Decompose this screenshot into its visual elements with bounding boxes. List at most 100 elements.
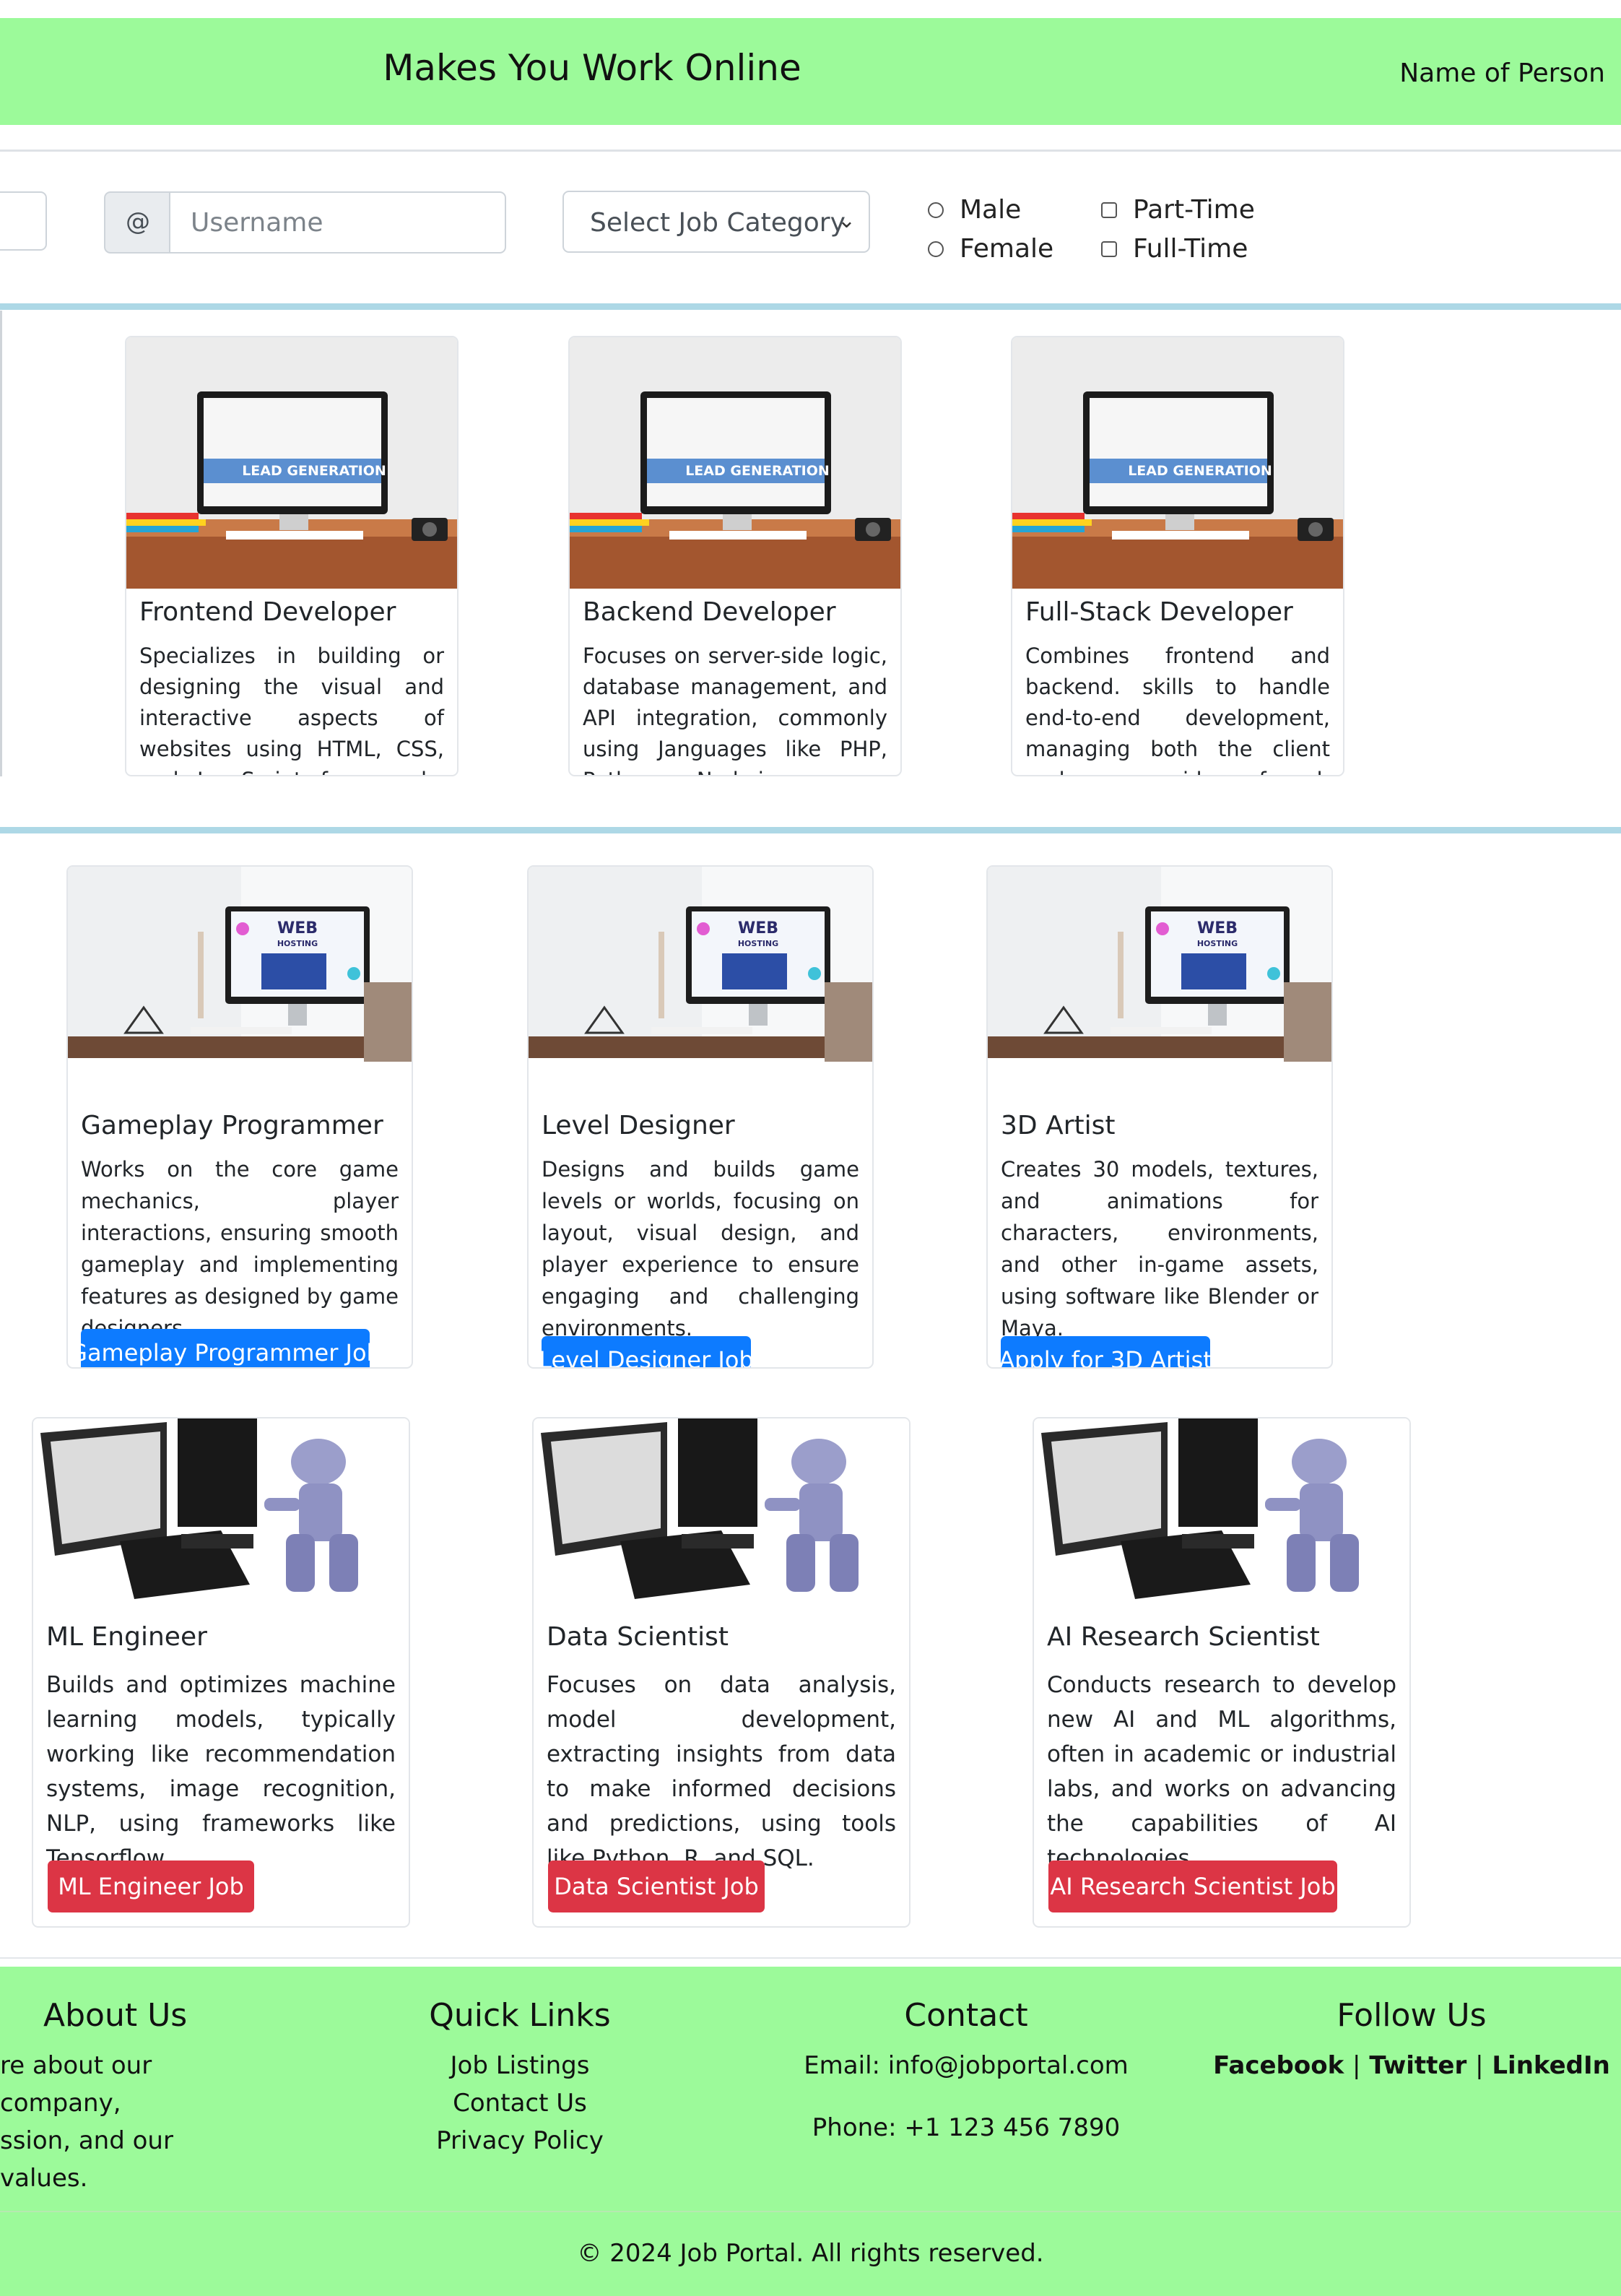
card-title: Full-Stack Developer bbox=[1025, 597, 1293, 627]
job-category-select[interactable]: Select Job Category ⌄ bbox=[562, 191, 870, 253]
card-image: LEAD GENERATION bbox=[1012, 337, 1343, 589]
image-caption: WEB bbox=[277, 919, 318, 937]
footer-follow: Follow Us Facebook | Twitter | LinkedIn bbox=[1195, 1997, 1621, 2084]
card-image: LEAD GENERATION bbox=[126, 337, 457, 589]
section-left-border bbox=[0, 311, 2, 776]
username-input[interactable] bbox=[169, 191, 506, 254]
robot-computer-illustration bbox=[33, 1418, 409, 1608]
header-divider bbox=[0, 150, 1621, 152]
apply-ai-research-scientist-button[interactable]: AI Research Scientist Job bbox=[1048, 1860, 1337, 1912]
card-image: LEAD GENERATION bbox=[570, 337, 900, 589]
job-card-backend: LEAD GENERATION Backend Developer Focuse… bbox=[568, 336, 902, 776]
job-card-level-designer: WEB HOSTING Level Designer Designs and b… bbox=[527, 865, 874, 1369]
job-category-select-label: Select Job Category bbox=[590, 208, 846, 238]
lead-generation-illustration: LEAD GENERATION bbox=[570, 337, 900, 589]
footer-social-links: Facebook | Twitter | LinkedIn bbox=[1195, 2047, 1621, 2084]
footer-link-privacy-policy[interactable]: Privacy Policy bbox=[375, 2122, 664, 2159]
section-border-top bbox=[0, 303, 1621, 310]
web-hosting-illustration: WEB HOSTING bbox=[529, 867, 872, 1098]
card-image: WEB HOSTING bbox=[529, 867, 872, 1098]
checkbox-box[interactable] bbox=[1101, 241, 1117, 257]
image-caption: HOSTING bbox=[277, 939, 318, 948]
job-card-data-scientist: Data Scientist Focuses on data analysis,… bbox=[532, 1417, 911, 1928]
footer-copyright: © 2024 Job Portal. All rights reserved. bbox=[577, 2239, 1044, 2268]
image-caption: HOSTING bbox=[738, 939, 778, 948]
image-caption: HOSTING bbox=[1197, 939, 1238, 948]
image-caption: WEB bbox=[1197, 919, 1238, 937]
job-card-ml-engineer: ML Engineer Builds and optimizes machine… bbox=[32, 1417, 410, 1928]
card-title: Data Scientist bbox=[547, 1622, 729, 1652]
apply-gameplay-programmer-button[interactable]: Gameplay Programmer Job bbox=[69, 1329, 381, 1367]
web-hosting-illustration: WEB HOSTING bbox=[988, 867, 1331, 1098]
radio-male[interactable]: Male bbox=[928, 195, 1021, 225]
chevron-down-icon: ⌄ bbox=[837, 208, 856, 233]
checkbox-full-time[interactable]: Full-Time bbox=[1101, 234, 1248, 264]
card-text: Works on the core game mechanics, player… bbox=[81, 1157, 399, 1340]
apply-ml-engineer-button[interactable]: ML Engineer Job bbox=[48, 1860, 254, 1912]
card-text: Focuses on server-side logic, database m… bbox=[583, 644, 887, 775]
job-card-fullstack: LEAD GENERATION Full-Stack Developer Com… bbox=[1011, 336, 1344, 776]
image-caption: LEAD GENERATION bbox=[1128, 463, 1272, 479]
footer-about-line1: re about our company, bbox=[0, 2051, 152, 2118]
card-text: Creates 30 models, textures, and animati… bbox=[1001, 1157, 1318, 1340]
card-title: 3D Artist bbox=[1001, 1111, 1116, 1140]
image-caption: LEAD GENERATION bbox=[685, 463, 830, 479]
card-text: Conducts research to develop new AI and … bbox=[1047, 1672, 1396, 1871]
linkedin-link[interactable]: LinkedIn bbox=[1492, 2051, 1609, 2080]
card-title: Frontend Developer bbox=[139, 597, 396, 627]
card-title: Gameplay Programmer bbox=[81, 1111, 383, 1140]
card-title: ML Engineer bbox=[46, 1622, 207, 1652]
username-prefix: @ bbox=[104, 191, 170, 254]
card-image bbox=[534, 1418, 909, 1608]
name-input[interactable] bbox=[0, 191, 47, 251]
card-text: Designs and builds game levels or worlds… bbox=[542, 1157, 859, 1340]
radio-circle[interactable] bbox=[928, 202, 944, 218]
card-text: Focuses on data analysis, model developm… bbox=[547, 1672, 896, 1871]
checkbox-box[interactable] bbox=[1101, 202, 1117, 218]
job-card-3d-artist: WEB HOSTING 3D Artist Creates 30 models,… bbox=[986, 865, 1333, 1369]
image-caption: WEB bbox=[738, 919, 778, 937]
web-hosting-illustration: WEB HOSTING bbox=[68, 867, 412, 1098]
image-caption: LEAD GENERATION bbox=[242, 463, 386, 479]
card-title: AI Research Scientist bbox=[1047, 1622, 1320, 1652]
footer-separator bbox=[0, 2211, 1621, 2212]
facebook-link[interactable]: Facebook bbox=[1213, 2051, 1344, 2080]
apply-level-designer-button[interactable]: Level Designer Job bbox=[539, 1336, 754, 1367]
card-image bbox=[1034, 1418, 1409, 1608]
footer-quick-links: Quick Links Job Listings Contact Us Priv… bbox=[375, 1997, 664, 2159]
job-card-gameplay-programmer: WEB HOSTING Gameplay Programmer Works on… bbox=[66, 865, 413, 1369]
footer-contact-title: Contact bbox=[904, 1997, 1028, 2034]
radio-circle[interactable] bbox=[928, 241, 944, 257]
card-image: WEB HOSTING bbox=[68, 867, 412, 1098]
radio-female-label: Female bbox=[960, 234, 1054, 264]
footer-link-job-listings[interactable]: Job Listings bbox=[375, 2047, 664, 2084]
robot-computer-illustration bbox=[1034, 1418, 1409, 1608]
job-card-ai-research-scientist: AI Research Scientist Conducts research … bbox=[1033, 1417, 1411, 1928]
card-text: Combines frontend and backend. skills to… bbox=[1025, 644, 1330, 775]
footer-about: About Us re about our company, ssion, an… bbox=[0, 1997, 202, 2197]
section-border-game bbox=[0, 827, 1621, 833]
footer-contact: Contact Email: info@jobportal.com Phone:… bbox=[749, 1997, 1183, 2146]
checkbox-full-time-label: Full-Time bbox=[1133, 234, 1248, 264]
footer-link-contact-us[interactable]: Contact Us bbox=[375, 2084, 664, 2122]
card-title: Backend Developer bbox=[583, 597, 836, 627]
radio-male-label: Male bbox=[960, 195, 1022, 225]
card-text: Specializes in building or designing the… bbox=[139, 644, 444, 775]
twitter-link[interactable]: Twitter bbox=[1369, 2051, 1466, 2080]
checkbox-part-time[interactable]: Part-Time bbox=[1101, 195, 1255, 225]
footer-phone: Phone: +1 123 456 7890 bbox=[812, 2113, 1121, 2142]
card-title: Level Designer bbox=[542, 1111, 735, 1140]
site-header: Makes You Work Online Name of Person bbox=[0, 18, 1621, 125]
user-name[interactable]: Name of Person bbox=[1399, 59, 1605, 88]
apply-data-scientist-button[interactable]: Data Scientist Job bbox=[548, 1860, 765, 1912]
footer-follow-title: Follow Us bbox=[1337, 1997, 1487, 2034]
card-text: Builds and optimizes machine learning mo… bbox=[46, 1672, 396, 1871]
social-separator: | bbox=[1352, 2051, 1361, 2080]
radio-female[interactable]: Female bbox=[928, 234, 1053, 264]
footer-links-title: Quick Links bbox=[429, 1997, 611, 2034]
job-card-frontend: LEAD GENERATION Frontend Developer Speci… bbox=[125, 336, 459, 776]
apply-3d-artist-button[interactable]: Apply for 3D Artist bbox=[999, 1336, 1212, 1367]
footer-divider bbox=[0, 1957, 1621, 1959]
card-image: WEB HOSTING bbox=[988, 867, 1331, 1098]
lead-generation-illustration: LEAD GENERATION bbox=[126, 337, 457, 589]
